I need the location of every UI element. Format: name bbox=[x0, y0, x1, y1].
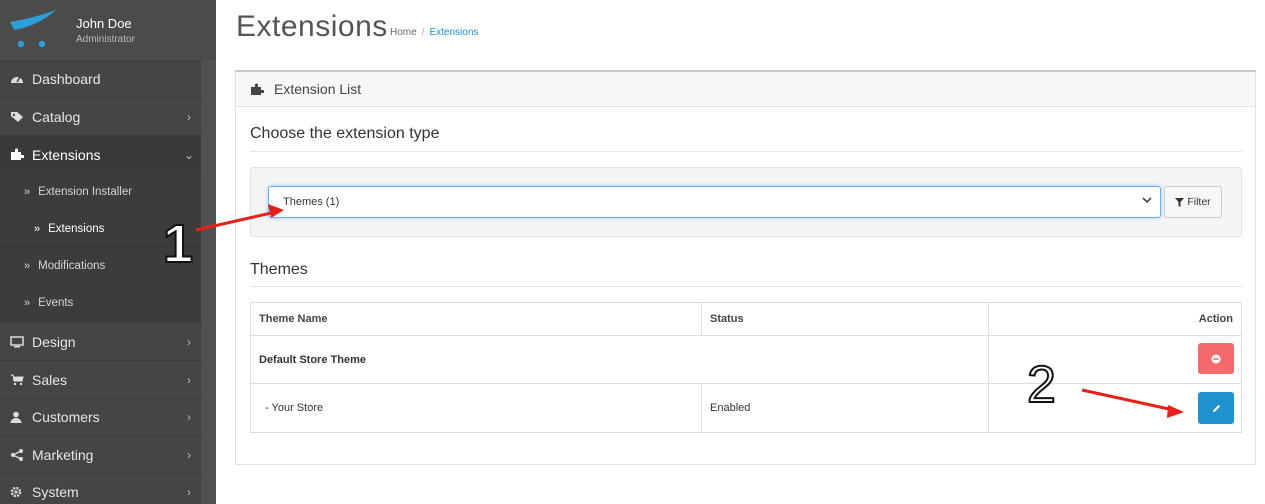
table-header-row: Theme Name Status Action bbox=[251, 303, 1241, 336]
pencil-icon bbox=[1212, 404, 1220, 412]
puzzle-icon bbox=[250, 83, 264, 96]
panel-title: Extension List bbox=[274, 81, 362, 97]
monitor-icon bbox=[0, 335, 32, 348]
sidebar-subitem-modifications[interactable]: » Modifications bbox=[0, 248, 201, 285]
chevron-right-icon: › bbox=[187, 372, 191, 387]
page-title: Extensions bbox=[236, 10, 388, 43]
sidebar-label-dashboard: Dashboard bbox=[32, 70, 101, 87]
sidebar-item-extensions[interactable]: Extensions ⌄ bbox=[0, 136, 201, 174]
share-icon bbox=[0, 448, 32, 461]
sidebar-item-design[interactable]: Design › bbox=[0, 323, 201, 361]
chevron-right-icon: › bbox=[187, 334, 191, 349]
user-icon bbox=[0, 411, 32, 423]
filter-label: Filter bbox=[1187, 196, 1211, 208]
sidebar-item-marketing[interactable]: Marketing › bbox=[0, 436, 201, 474]
uninstall-button[interactable] bbox=[1198, 343, 1234, 374]
chevron-down-icon bbox=[1142, 196, 1152, 207]
user-profile[interactable]: John Doe Administrator bbox=[0, 0, 216, 60]
extension-type-select[interactable]: Themes (1) bbox=[268, 186, 1161, 218]
sidebar-subitem-extensions[interactable]: » Extensions bbox=[0, 211, 201, 248]
themes-table: Theme Name Status Action Default Store T… bbox=[250, 302, 1242, 433]
tags-icon bbox=[0, 111, 32, 123]
status-cell: Enabled bbox=[710, 402, 751, 414]
breadcrumb-home[interactable]: Home bbox=[390, 27, 417, 38]
sidebar-label-sales: Sales bbox=[32, 371, 68, 388]
chevron-right-icon: › bbox=[187, 447, 191, 462]
column-divider bbox=[701, 303, 702, 336]
chevron-right-icon: › bbox=[187, 109, 191, 124]
table-row: Default Store Theme bbox=[251, 336, 1241, 384]
chevron-right-icon: › bbox=[187, 409, 191, 424]
breadcrumb: Home / Extensions bbox=[390, 27, 478, 38]
sidebar-label-extensions: Extensions bbox=[32, 146, 101, 163]
sidebar-subitem-events[interactable]: » Events bbox=[0, 285, 201, 322]
sidebar-label-customers: Customers bbox=[32, 408, 100, 425]
column-header-action: Action bbox=[1198, 313, 1233, 325]
themes-heading: Themes bbox=[250, 261, 308, 278]
sidebar-label-design: Design bbox=[32, 333, 76, 350]
filter-icon bbox=[1175, 197, 1185, 207]
extension-type-value: Themes (1) bbox=[283, 196, 340, 208]
filter-button[interactable]: Filter bbox=[1164, 186, 1222, 218]
panel-heading: Extension List bbox=[236, 72, 1255, 107]
puzzle-icon bbox=[0, 148, 32, 161]
sidebar-sublabel-events: Events bbox=[38, 297, 74, 309]
column-header-status: Status bbox=[710, 313, 744, 325]
choose-type-heading: Choose the extension type bbox=[250, 125, 440, 142]
chevron-right-icon: › bbox=[187, 485, 191, 499]
column-header-theme-name: Theme Name bbox=[259, 313, 328, 325]
breadcrumb-extensions[interactable]: Extensions bbox=[429, 27, 478, 38]
divider bbox=[250, 151, 1242, 152]
divider bbox=[250, 286, 1242, 287]
sidebar: John Doe Administrator Dashboard Catalog… bbox=[0, 0, 216, 504]
double-chevron-icon: » bbox=[24, 186, 31, 198]
minus-circle-icon bbox=[1211, 354, 1221, 363]
sidebar-sublabel-extensions: Extensions bbox=[48, 223, 105, 235]
opencart-logo bbox=[10, 10, 56, 48]
sidebar-item-catalog[interactable]: Catalog › bbox=[0, 98, 201, 136]
user-name: John Doe bbox=[76, 16, 132, 31]
double-chevron-icon: » bbox=[34, 223, 41, 235]
sidebar-label-catalog: Catalog bbox=[32, 108, 81, 125]
table-row: - Your Store Enabled bbox=[251, 384, 1241, 432]
cart-icon bbox=[0, 374, 32, 386]
double-chevron-icon: » bbox=[24, 297, 31, 309]
chevron-down-icon: ⌄ bbox=[183, 147, 195, 162]
breadcrumb-separator: / bbox=[421, 27, 425, 38]
sidebar-sublabel-extension-installer: Extension Installer bbox=[38, 186, 133, 198]
user-role: Administrator bbox=[76, 34, 135, 45]
sidebar-item-customers[interactable]: Customers › bbox=[0, 398, 201, 436]
sidebar-label-marketing: Marketing bbox=[32, 446, 94, 463]
column-divider bbox=[988, 303, 989, 432]
sidebar-sublabel-modifications: Modifications bbox=[38, 260, 106, 272]
theme-name-cell: - Your Store bbox=[265, 402, 324, 414]
sidebar-item-dashboard[interactable]: Dashboard bbox=[0, 60, 201, 98]
dashboard-icon bbox=[0, 73, 32, 85]
edit-button[interactable] bbox=[1198, 392, 1234, 424]
sidebar-strip bbox=[201, 60, 216, 504]
gear-icon bbox=[0, 486, 32, 498]
sidebar-item-sales[interactable]: Sales › bbox=[0, 361, 201, 399]
theme-name-cell: Default Store Theme bbox=[259, 353, 366, 366]
double-chevron-icon: » bbox=[24, 260, 31, 272]
sidebar-subitem-extension-installer[interactable]: » Extension Installer bbox=[0, 174, 201, 211]
column-divider bbox=[701, 384, 702, 432]
sidebar-item-system[interactable]: System › bbox=[0, 473, 201, 504]
sidebar-label-system: System bbox=[32, 484, 79, 500]
